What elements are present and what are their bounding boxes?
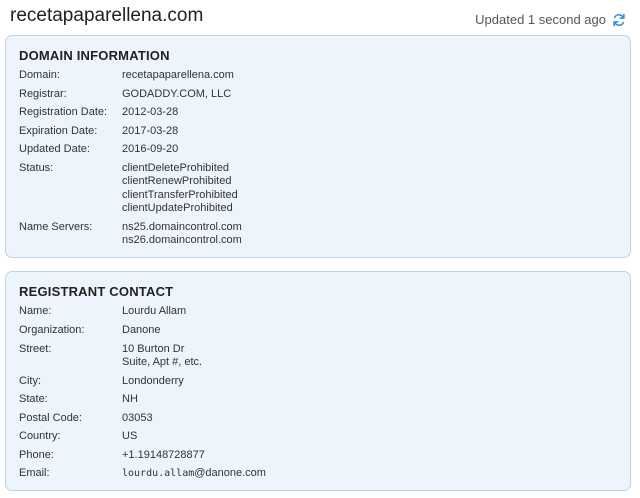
- organization-label: Organization:: [19, 324, 85, 336]
- email-domain: @danone.com: [194, 467, 266, 479]
- name-value: Lourdu Allam: [122, 305, 187, 317]
- header: recetapaparellena.com Updated 1 second a…: [0, 0, 640, 34]
- street-values: 10 Burton Dr Suite, Apt #, etc.: [122, 343, 202, 370]
- city-label: City:: [19, 375, 41, 387]
- name-server-value: ns26.domaincontrol.com: [122, 234, 242, 247]
- state-value: NH: [122, 393, 138, 405]
- updated-date-label: Updated Date:: [19, 143, 90, 155]
- domain-label: Domain:: [19, 69, 60, 81]
- domain-information-title: DOMAIN INFORMATION: [19, 48, 170, 63]
- expiration-date-label: Expiration Date:: [19, 125, 98, 137]
- update-status: Updated 1 second ago: [475, 12, 626, 27]
- domain-information-card: DOMAIN INFORMATION Domain: recetapaparel…: [5, 35, 631, 258]
- postal-code-value: 03053: [122, 412, 153, 424]
- status-label: Status:: [19, 162, 54, 174]
- name-servers-values: ns25.domaincontrol.com ns26.domaincontro…: [122, 221, 242, 248]
- street-label: Street:: [19, 343, 52, 355]
- email-user: lourdu.allam: [122, 468, 195, 479]
- street-value: Suite, Apt #, etc.: [122, 356, 203, 369]
- updated-date-value: 2016-09-20: [122, 143, 179, 155]
- status-value: clientDeleteProhibited: [122, 162, 230, 174]
- email-label: Email:: [19, 467, 50, 479]
- registrar-label: Registrar:: [19, 88, 67, 100]
- name-servers-label: Name Servers:: [19, 221, 93, 233]
- organization-value: Danone: [122, 324, 161, 336]
- registration-date-value: 2012-03-28: [122, 106, 179, 118]
- page-title: recetapaparellena.com: [10, 5, 204, 26]
- postal-code-label: Postal Code:: [19, 412, 82, 424]
- registration-date-label: Registration Date:: [19, 106, 108, 118]
- email-value: lourdu.allam@danone.com: [122, 467, 266, 480]
- phone-value: +1.19148728877: [122, 449, 205, 461]
- registrar-value: GODADDY.COM, LLC: [122, 88, 232, 100]
- status-values: clientDeleteProhibited clientRenewProhib…: [122, 162, 238, 215]
- country-label: Country:: [19, 430, 61, 442]
- updated-text: Updated 1 second ago: [475, 12, 606, 27]
- name-server-value: ns25.domaincontrol.com: [122, 221, 242, 233]
- domain-value: recetapaparellena.com: [122, 69, 234, 81]
- status-value: clientTransferProhibited: [122, 188, 238, 201]
- registrant-contact-card: REGISTRANT CONTACT Name: Lourdu Allam Or…: [5, 271, 631, 491]
- phone-label: Phone:: [19, 449, 54, 461]
- status-value: clientUpdateProhibited: [122, 201, 233, 214]
- city-value: Londonderry: [122, 375, 184, 387]
- status-value: clientRenewProhibited: [122, 175, 232, 188]
- refresh-icon[interactable]: [612, 13, 626, 27]
- whois-page: recetapaparellena.com Updated 1 second a…: [0, 0, 640, 498]
- name-label: Name:: [19, 305, 52, 317]
- expiration-date-value: 2017-03-28: [122, 125, 179, 137]
- street-value: 10 Burton Dr: [122, 343, 185, 355]
- registrant-contact-title: REGISTRANT CONTACT: [19, 284, 174, 299]
- state-label: State:: [19, 393, 48, 405]
- country-value: US: [122, 430, 138, 442]
